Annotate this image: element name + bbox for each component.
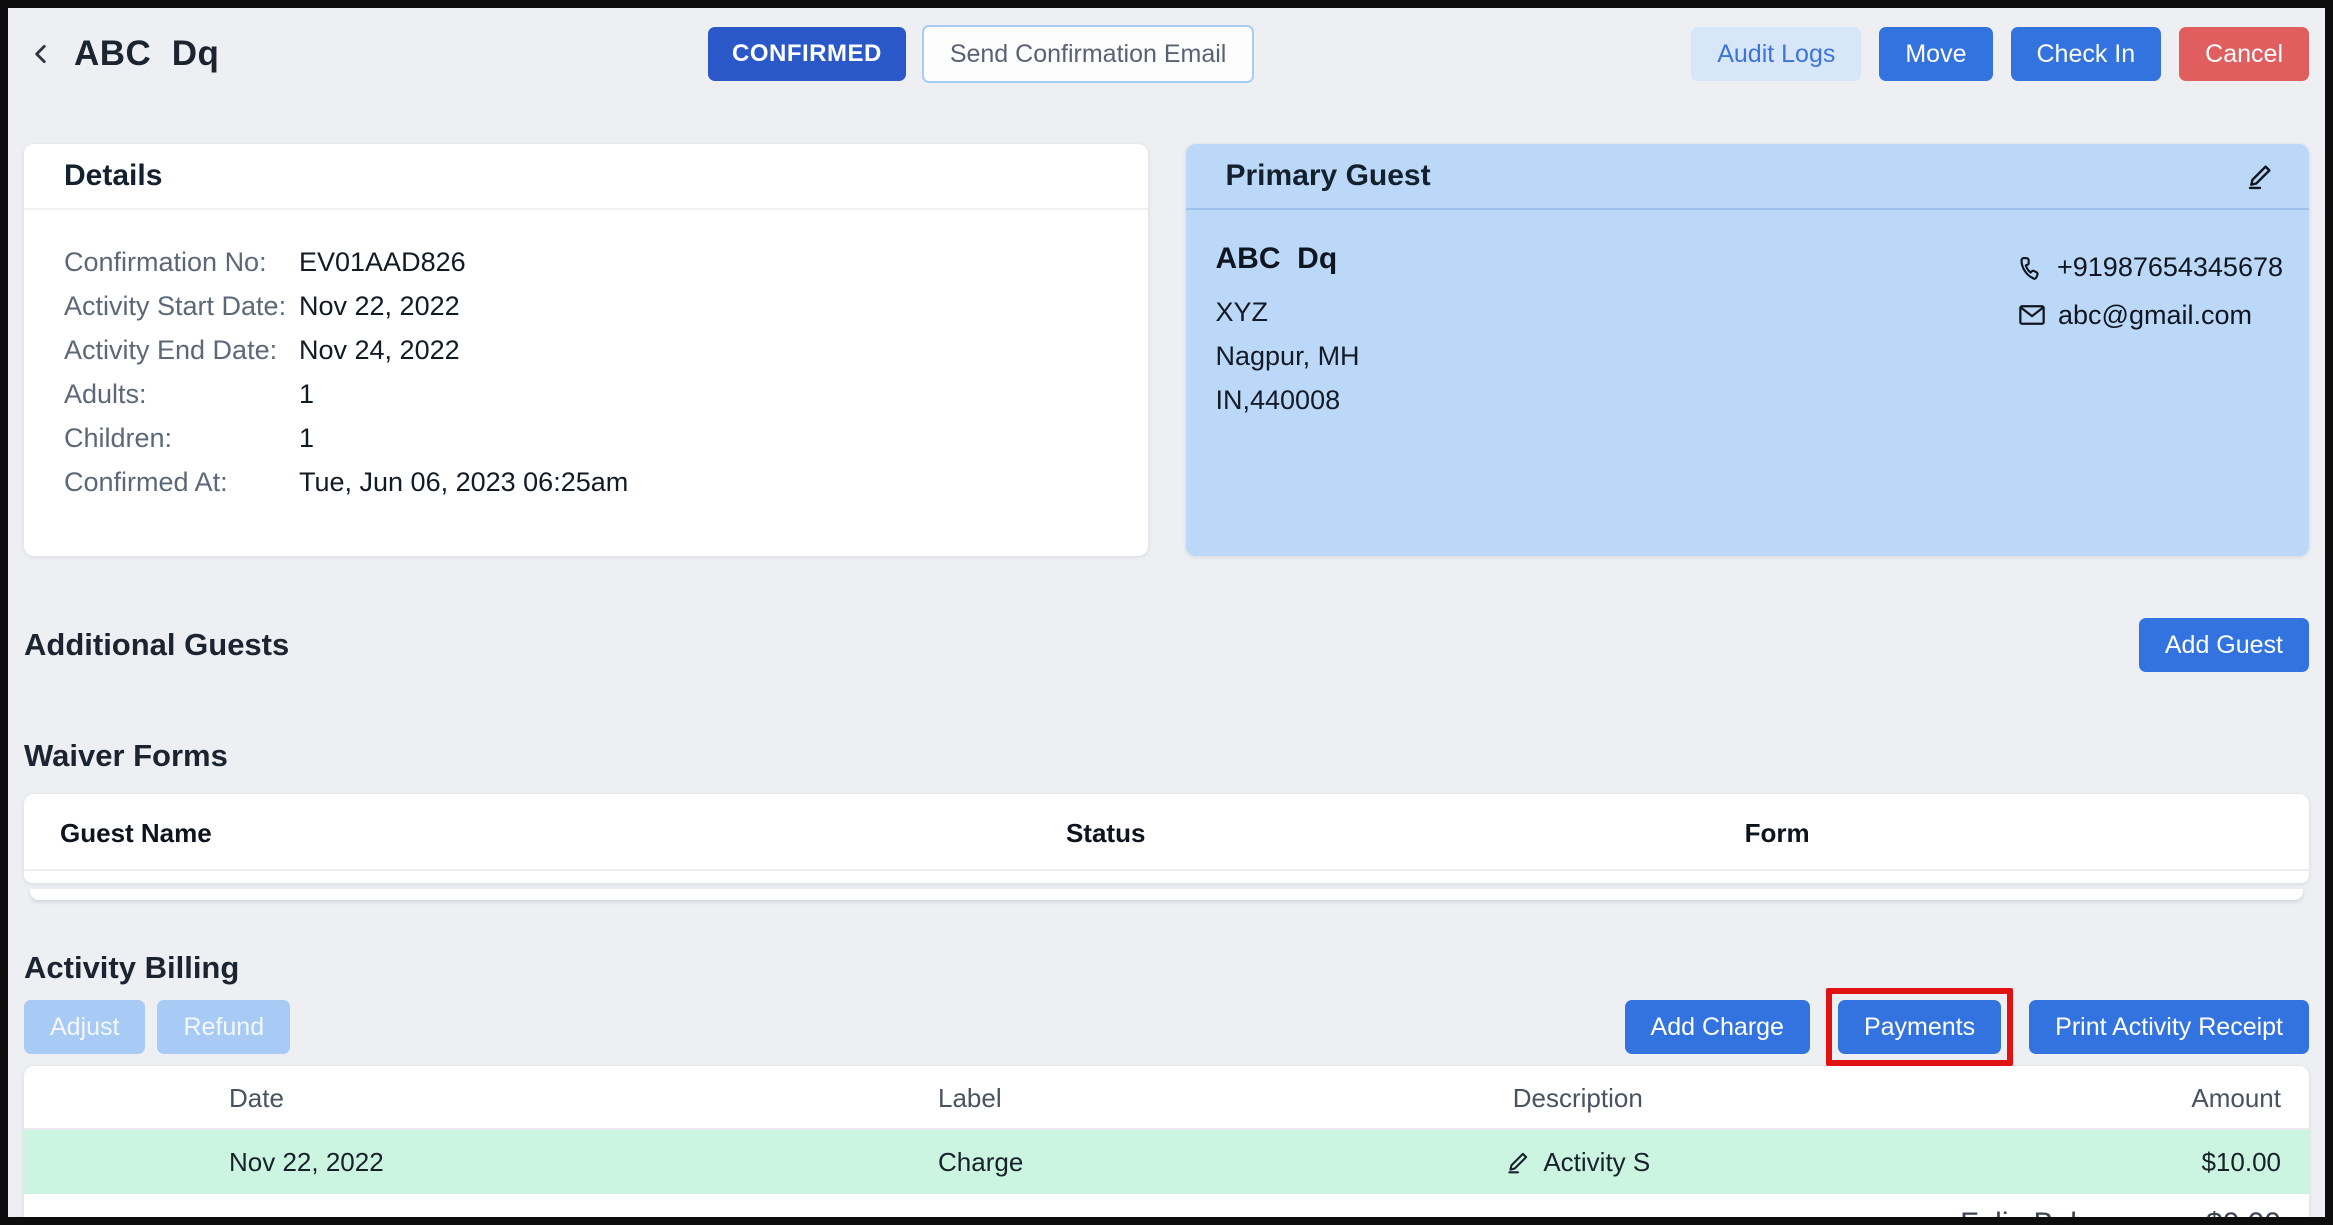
billing-toolbar-left: Adjust Refund	[24, 1000, 290, 1054]
refund-button[interactable]: Refund	[157, 1000, 290, 1054]
waiver-forms-title: Waiver Forms	[24, 738, 2309, 774]
detail-row-confirmation-no: Confirmation No: EV01AAD826	[64, 240, 1108, 284]
billing-cell-date: Nov 22, 2022	[24, 1147, 938, 1178]
folio-balance-label: Folio Balance	[1960, 1207, 2142, 1225]
waiver-col-status: Status	[1066, 818, 1745, 849]
guest-address-line1: XYZ	[1216, 290, 1360, 334]
header-left: ABC Dq	[24, 34, 219, 74]
detail-label: Children:	[64, 416, 299, 460]
waiver-table-header: Guest Name Status Form	[24, 794, 2309, 871]
detail-row-start-date: Activity Start Date: Nov 22, 2022	[64, 284, 1108, 328]
detail-label: Activity Start Date:	[64, 284, 299, 328]
detail-value: 1	[299, 416, 314, 460]
status-badge: CONFIRMED	[708, 27, 906, 81]
detail-row-adults: Adults: 1	[64, 372, 1108, 416]
app-window: ABC Dq CONFIRMED Send Confirmation Email…	[0, 0, 2333, 1225]
billing-toolbar-right: Add Charge Payments Print Activity Recei…	[1625, 1000, 2309, 1054]
folio-balance-row: Folio Balance $0.00	[24, 1194, 2309, 1225]
detail-value: Nov 22, 2022	[299, 284, 460, 328]
detail-label: Activity End Date:	[64, 328, 299, 372]
header-bar: ABC Dq CONFIRMED Send Confirmation Email…	[24, 24, 2309, 84]
billing-cell-amount: $10.00	[2201, 1147, 2309, 1178]
detail-value: Nov 24, 2022	[299, 328, 460, 372]
primary-guest-card: Primary Guest ABC Dq XYZ Nagpur, MH IN,4…	[1186, 144, 2310, 556]
detail-value: EV01AAD826	[299, 240, 466, 284]
guest-email-row: abc@gmail.com	[2018, 294, 2283, 336]
folio-balance-value: $0.00	[2206, 1207, 2281, 1225]
guest-name: ABC Dq	[1216, 242, 1360, 276]
guest-address-line2: Nagpur, MH	[1216, 334, 1360, 378]
activity-billing-title: Activity Billing	[24, 950, 2309, 986]
billing-table: Date Label Description Amount Nov 22, 20…	[24, 1066, 2309, 1225]
detail-row-end-date: Activity End Date: Nov 24, 2022	[64, 328, 1108, 372]
detail-value: Tue, Jun 06, 2023 06:25am	[299, 460, 628, 504]
waiver-table-footer-strip	[30, 889, 2303, 900]
check-in-button[interactable]: Check In	[2011, 27, 2162, 81]
billing-row-charge[interactable]: Nov 22, 2022 Charge Activity S $10.00	[24, 1130, 2309, 1194]
detail-label: Confirmed At:	[64, 460, 299, 504]
chevron-left-icon	[28, 39, 54, 69]
detail-label: Confirmation No:	[64, 240, 299, 284]
waiver-forms-table: Guest Name Status Form	[24, 794, 2309, 883]
billing-col-date: Date	[24, 1083, 938, 1114]
payments-highlight-box: Payments	[1826, 988, 2013, 1066]
additional-guests-section: Additional Guests Add Guest	[24, 618, 2309, 672]
waiver-col-form: Form	[1745, 818, 2309, 849]
guest-phone-row: +91987654345678	[2018, 246, 2283, 288]
page-title: ABC Dq	[74, 34, 219, 74]
billing-description-text: Activity S	[1543, 1147, 1650, 1178]
guest-contact-block: +91987654345678 abc@gmail.com	[2018, 242, 2283, 422]
header-actions: Audit Logs Move Check In Cancel	[1691, 27, 2309, 81]
edit-charge-icon[interactable]	[1505, 1149, 1531, 1175]
billing-cell-label: Charge	[938, 1147, 1349, 1178]
audit-logs-button[interactable]: Audit Logs	[1691, 27, 1861, 81]
edit-guest-icon[interactable]	[2245, 161, 2275, 191]
billing-col-amount: Amount	[2191, 1083, 2309, 1114]
details-body: Confirmation No: EV01AAD826 Activity Sta…	[24, 210, 1148, 534]
billing-cell-description: Activity S	[1505, 1147, 1650, 1178]
guest-phone: +91987654345678	[2057, 246, 2283, 288]
waiver-col-guest-name: Guest Name	[24, 818, 1066, 849]
additional-guests-title: Additional Guests	[24, 627, 289, 663]
details-card: Details Confirmation No: EV01AAD826 Acti…	[24, 144, 1148, 556]
primary-guest-title: Primary Guest	[1226, 159, 1431, 193]
cancel-button[interactable]: Cancel	[2179, 27, 2309, 81]
billing-col-label: Label	[938, 1083, 1349, 1114]
waiver-table-empty-body	[24, 871, 2309, 883]
detail-label: Adults:	[64, 372, 299, 416]
payments-button[interactable]: Payments	[1838, 1000, 2001, 1054]
summary-cards-row: Details Confirmation No: EV01AAD826 Acti…	[24, 144, 2309, 556]
detail-value: 1	[299, 372, 314, 416]
move-button[interactable]: Move	[1879, 27, 1992, 81]
billing-col-description: Description	[1513, 1083, 1643, 1114]
phone-icon	[2018, 254, 2045, 281]
guest-address-line3: IN,440008	[1216, 378, 1360, 422]
billing-table-header: Date Label Description Amount	[24, 1068, 2309, 1130]
add-guest-button[interactable]: Add Guest	[2139, 618, 2309, 672]
detail-row-confirmed-at: Confirmed At: Tue, Jun 06, 2023 06:25am	[64, 460, 1108, 504]
details-card-header: Details	[24, 144, 1148, 210]
details-title: Details	[64, 159, 162, 193]
primary-guest-header: Primary Guest	[1186, 144, 2310, 210]
adjust-button[interactable]: Adjust	[24, 1000, 145, 1054]
primary-guest-body: ABC Dq XYZ Nagpur, MH IN,440008 +9198765…	[1186, 210, 2310, 422]
header-center: CONFIRMED Send Confirmation Email	[708, 24, 1254, 84]
detail-row-children: Children: 1	[64, 416, 1108, 460]
print-activity-receipt-button[interactable]: Print Activity Receipt	[2029, 1000, 2309, 1054]
back-button[interactable]	[24, 37, 58, 71]
send-confirmation-email-button[interactable]: Send Confirmation Email	[922, 25, 1255, 83]
add-charge-button[interactable]: Add Charge	[1625, 1000, 1810, 1054]
guest-address-block: ABC Dq XYZ Nagpur, MH IN,440008	[1216, 242, 1360, 422]
guest-email: abc@gmail.com	[2058, 294, 2252, 336]
envelope-icon	[2018, 303, 2046, 327]
billing-toolbar: Adjust Refund Add Charge Payments Print …	[24, 1000, 2309, 1054]
